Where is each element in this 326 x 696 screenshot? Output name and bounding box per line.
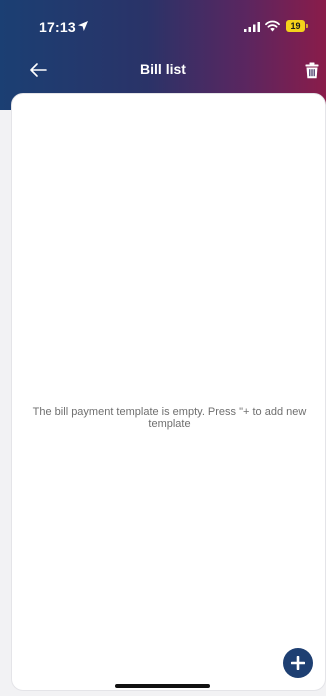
battery-level: 19 — [286, 20, 305, 32]
empty-state-message: The bill payment template is empty. Pres… — [32, 406, 307, 430]
add-template-button[interactable] — [283, 648, 313, 678]
home-indicator — [115, 684, 210, 688]
location-arrow-icon — [78, 21, 88, 31]
status-time: 17:13 — [39, 19, 76, 35]
app-screen: 17:13 19 Bill list The bill payment temp… — [0, 0, 326, 696]
status-bar: 17:13 19 — [0, 0, 326, 50]
battery-tip — [306, 24, 308, 28]
wifi-icon — [265, 20, 280, 32]
page-title: Bill list — [140, 61, 186, 77]
plus-icon — [291, 656, 305, 670]
battery-icon: 19 — [286, 20, 308, 32]
delete-button[interactable] — [299, 56, 325, 84]
trash-icon — [305, 62, 319, 78]
bill-list-panel: The bill payment template is empty. Pres… — [11, 93, 326, 691]
signal-icon — [244, 22, 260, 32]
nav-bar: Bill list — [0, 52, 326, 88]
